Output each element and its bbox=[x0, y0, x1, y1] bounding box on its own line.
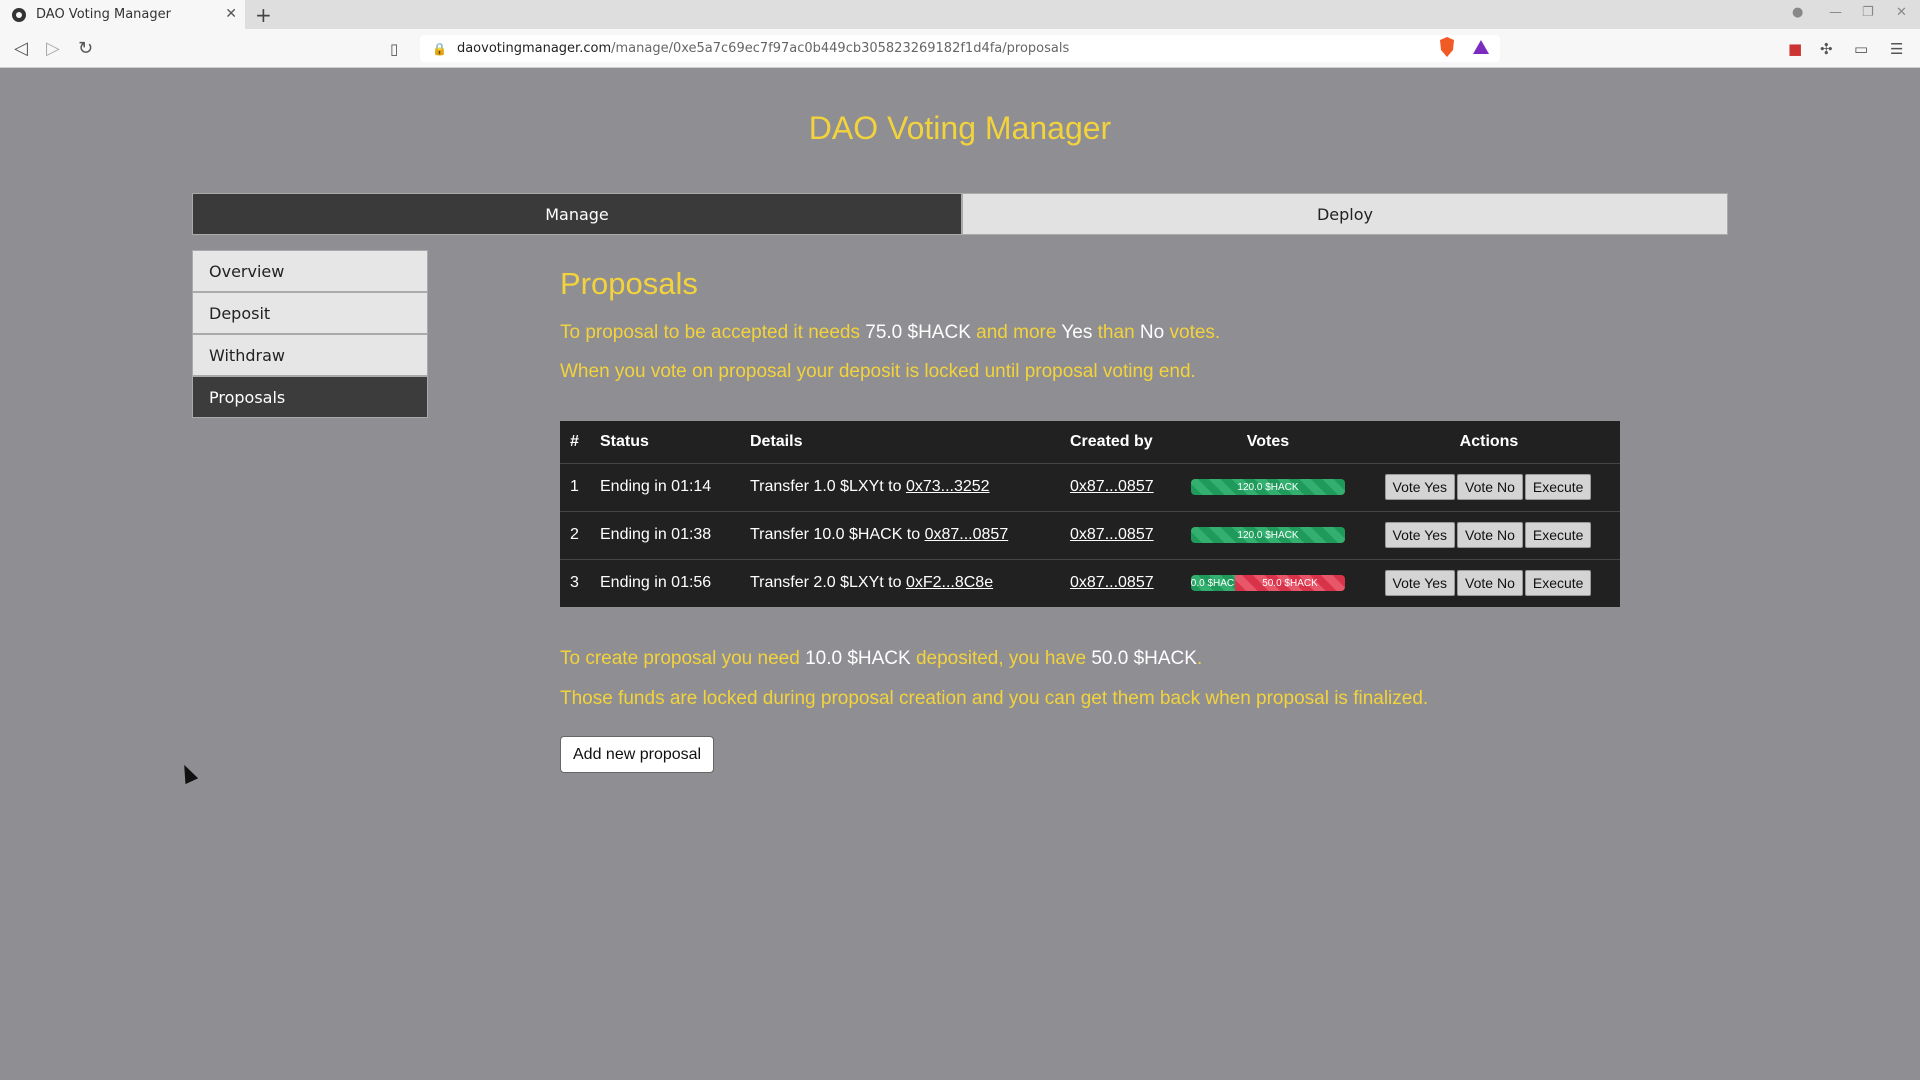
recipient-address-link[interactable]: 0x73...3252 bbox=[906, 478, 990, 495]
sidebar-item-deposit[interactable]: Deposit bbox=[192, 292, 428, 334]
create-requirement: To create proposal you need 10.0 $HACK d… bbox=[560, 648, 1203, 669]
table-row: 1 Ending in 01:14 Transfer 1.0 $LXYt to … bbox=[560, 463, 1620, 512]
col-num: # bbox=[560, 421, 590, 464]
tab-deploy[interactable]: Deploy bbox=[962, 193, 1728, 235]
row-votes: 120.0 $HACK bbox=[1178, 511, 1358, 560]
reload-icon[interactable]: ↻ bbox=[78, 38, 93, 59]
address-bar[interactable]: 🔒 daovotingmanager.com /manage/0xe5a7c69… bbox=[420, 35, 1500, 62]
row-creator: 0x87...0857 bbox=[1060, 463, 1178, 512]
row-votes: 20.0 $HACK 50.0 $HACK bbox=[1178, 559, 1358, 607]
brave-rewards-icon[interactable] bbox=[1472, 36, 1490, 58]
lock-note: When you vote on proposal your deposit i… bbox=[560, 361, 1196, 382]
mouse-cursor-icon bbox=[177, 761, 199, 785]
site-favicon-icon bbox=[12, 7, 26, 22]
tab-manage[interactable]: Manage bbox=[192, 193, 962, 235]
wallet-icon[interactable]: ▭ bbox=[1854, 40, 1868, 58]
new-tab-icon[interactable]: + bbox=[255, 3, 272, 27]
creator-address-link[interactable]: 0x87...0857 bbox=[1070, 478, 1154, 495]
browser-tabbar: DAO Voting Manager ✕ + ● — ❐ ✕ bbox=[0, 0, 1920, 29]
vote-progress-bar: 20.0 $HACK 50.0 $HACK bbox=[1191, 575, 1345, 592]
vote-yes-button[interactable]: Vote Yes bbox=[1384, 570, 1456, 597]
vote-progress-bar: 120.0 $HACK bbox=[1191, 479, 1345, 495]
row-details: Transfer 10.0 $HACK to 0x87...0857 bbox=[740, 511, 1060, 560]
vote-yes-button[interactable]: Vote Yes bbox=[1384, 522, 1456, 548]
row-creator: 0x87...0857 bbox=[1060, 511, 1178, 560]
row-details: Transfer 1.0 $LXYt to 0x73...3252 bbox=[740, 463, 1060, 512]
col-status: Status bbox=[590, 421, 740, 464]
table-row: 3 Ending in 01:56 Transfer 2.0 $LXYt to … bbox=[560, 559, 1620, 607]
maximize-icon[interactable]: ❐ bbox=[1862, 5, 1874, 20]
brave-shield-icon[interactable] bbox=[1438, 36, 1456, 58]
url-path: /manage/0xe5a7c69ec7f97ac0b449cb30582326… bbox=[611, 41, 1070, 56]
sidebar-item-overview[interactable]: Overview bbox=[192, 250, 428, 292]
forward-icon[interactable]: ▷ bbox=[46, 38, 60, 59]
col-created-by: Created by bbox=[1060, 421, 1178, 464]
col-actions: Actions bbox=[1358, 421, 1620, 464]
execute-button[interactable]: Execute bbox=[1524, 570, 1592, 597]
row-actions: Vote Yes Vote No Execute bbox=[1358, 559, 1620, 607]
url-host: daovotingmanager.com bbox=[456, 41, 612, 56]
menu-icon[interactable]: ☰ bbox=[1890, 40, 1903, 58]
extensions-puzzle-icon[interactable]: ✣ bbox=[1820, 40, 1833, 58]
minimize-icon[interactable]: — bbox=[1829, 5, 1842, 20]
row-creator: 0x87...0857 bbox=[1060, 559, 1178, 607]
row-votes: 120.0 $HACK bbox=[1178, 463, 1358, 512]
creator-address-link[interactable]: 0x87...0857 bbox=[1070, 526, 1154, 543]
row-actions: Vote Yes Vote No Execute bbox=[1358, 463, 1620, 512]
row-status: Ending in 01:56 bbox=[600, 574, 712, 592]
tab-search-icon[interactable]: ● bbox=[1792, 5, 1803, 20]
row-status: Ending in 01:38 bbox=[590, 511, 740, 560]
recipient-address-link[interactable]: 0xF2...8C8e bbox=[906, 574, 993, 591]
yes-votes-bar: 20.0 $HACK bbox=[1191, 575, 1235, 592]
row-actions: Vote Yes Vote No Execute bbox=[1358, 511, 1620, 560]
col-votes: Votes bbox=[1178, 421, 1358, 464]
main-tabs: Manage Deploy bbox=[192, 193, 1728, 235]
table-row: 2 Ending in 01:38 Transfer 10.0 $HACK to… bbox=[560, 511, 1620, 560]
app-title: DAO Voting Manager bbox=[808, 110, 1112, 146]
close-tab-icon[interactable]: ✕ bbox=[225, 6, 237, 22]
yes-votes-bar: 120.0 $HACK bbox=[1191, 527, 1345, 543]
extension-icon[interactable]: ■ bbox=[1788, 40, 1802, 58]
execute-button[interactable]: Execute bbox=[1524, 522, 1592, 548]
back-icon[interactable]: ◁ bbox=[14, 38, 28, 59]
no-votes-bar: 50.0 $HACK bbox=[1234, 575, 1345, 592]
table-header-row: # Status Details Created by Votes Action… bbox=[560, 421, 1620, 464]
vote-yes-button[interactable]: Vote Yes bbox=[1384, 474, 1456, 500]
row-num: 3 bbox=[570, 574, 579, 592]
execute-button[interactable]: Execute bbox=[1524, 474, 1592, 500]
row-status: Ending in 01:14 bbox=[590, 463, 740, 512]
acceptance-rule: To proposal to be accepted it needs 75.0… bbox=[560, 322, 1221, 343]
col-details: Details bbox=[740, 421, 1060, 464]
lock-icon: 🔒 bbox=[432, 41, 447, 56]
row-details: Transfer 2.0 $LXYt to 0xF2...8C8e bbox=[750, 574, 994, 592]
recipient-address-link[interactable]: 0x87...0857 bbox=[925, 526, 1009, 543]
vote-no-button[interactable]: Vote No bbox=[1457, 522, 1523, 548]
bookmark-icon[interactable]: ▯ bbox=[390, 40, 398, 58]
funds-note: Those funds are locked during proposal c… bbox=[560, 688, 1429, 709]
sidebar: Overview Deposit Withdraw Proposals bbox=[192, 250, 428, 418]
close-window-icon[interactable]: ✕ bbox=[1896, 5, 1907, 20]
proposals-section: Proposals To proposal to be accepted it … bbox=[560, 266, 1660, 383]
add-new-proposal-button[interactable]: Add new proposal bbox=[560, 736, 715, 773]
vote-no-button[interactable]: Vote No bbox=[1457, 570, 1523, 597]
vote-progress-bar: 120.0 $HACK bbox=[1191, 527, 1345, 543]
browser-tab-title: DAO Voting Manager bbox=[36, 7, 171, 22]
vote-no-button[interactable]: Vote No bbox=[1457, 474, 1523, 500]
row-num: 1 bbox=[560, 463, 590, 512]
browser-tab[interactable]: DAO Voting Manager ✕ bbox=[0, 0, 245, 29]
sidebar-item-proposals[interactable]: Proposals bbox=[192, 376, 428, 418]
creator-address-link[interactable]: 0x87...0857 bbox=[1070, 574, 1154, 591]
yes-votes-bar: 120.0 $HACK bbox=[1191, 479, 1345, 495]
proposals-table: # Status Details Created by Votes Action… bbox=[560, 421, 1620, 607]
page-title: Proposals bbox=[560, 266, 698, 301]
browser-toolbar: ◁ ▷ ↻ ▯ 🔒 daovotingmanager.com /manage/0… bbox=[0, 29, 1920, 68]
sidebar-item-withdraw[interactable]: Withdraw bbox=[192, 334, 428, 376]
row-num: 2 bbox=[560, 511, 590, 560]
